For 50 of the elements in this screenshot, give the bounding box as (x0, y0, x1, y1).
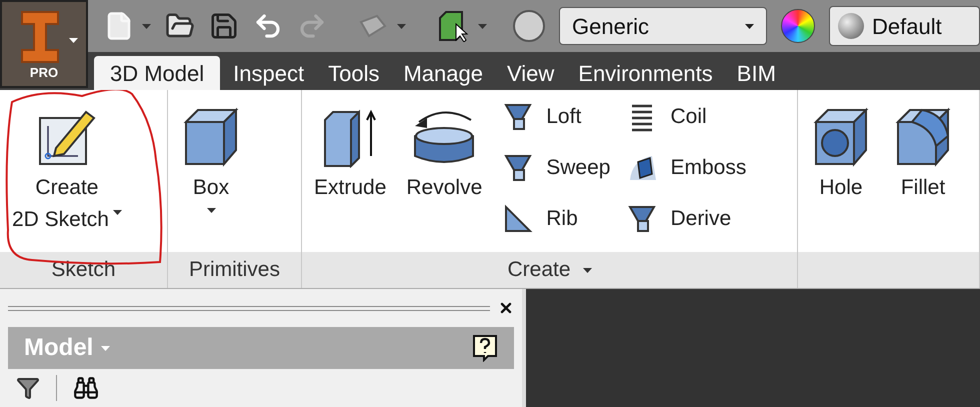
ribbon-small-tool-button[interactable]: Loft (502, 98, 610, 135)
ribbon-tab[interactable]: View (496, 56, 566, 90)
tool-label: Box (192, 175, 230, 201)
ribbon-small-tool-button[interactable]: Derive (626, 200, 746, 237)
save-button[interactable] (209, 11, 239, 41)
caret-icon (142, 24, 151, 28)
panel-title: Primitives (188, 257, 280, 284)
ribbon-tab[interactable]: BIM (726, 56, 787, 90)
material-sphere-button[interactable] (513, 10, 545, 42)
ribbon-tool-button[interactable]: Revolve (402, 106, 486, 204)
caret-icon (101, 346, 110, 350)
caret-icon (745, 24, 754, 28)
tool-label: Fillet (900, 175, 946, 201)
caret-icon (397, 24, 406, 28)
ribbon-small-tool-button[interactable]: Emboss (626, 149, 746, 186)
app-edition-label: PRO (30, 64, 58, 82)
binoculars-icon[interactable] (73, 375, 99, 401)
caret-icon (112, 210, 122, 215)
ribbon-tool-button[interactable]: Fillet (888, 106, 958, 204)
tool-label: Revolve (406, 175, 482, 201)
ribbon-tab[interactable]: Manage (392, 56, 494, 90)
tool-label: 2D Sketch (12, 207, 109, 233)
app-menu-button[interactable]: PRO (0, 0, 88, 88)
filter-icon[interactable] (16, 376, 40, 400)
ribbon-tab[interactable]: Tools (317, 56, 390, 90)
help-icon[interactable] (472, 334, 498, 362)
ribbon-small-tool-button[interactable]: Coil (626, 98, 746, 135)
close-icon[interactable] (498, 300, 514, 316)
tool-label: Create (35, 175, 98, 201)
caret-icon (478, 24, 487, 28)
appearance-dropdown[interactable]: Default (829, 6, 980, 46)
caret-icon (69, 38, 78, 43)
ribbon-tool-button[interactable]: Hole (806, 106, 876, 204)
ribbon-small-tool-button[interactable]: Sweep (502, 149, 610, 186)
ribbon-small-tool-button[interactable]: Rib (502, 200, 610, 237)
cube-select-button[interactable] (436, 10, 487, 42)
panel-title: Create (507, 257, 571, 284)
rib-icon (502, 202, 534, 234)
ribbon-tab[interactable]: Inspect (222, 56, 316, 90)
color-wheel-button[interactable] (781, 9, 815, 43)
material-dropdown[interactable]: Generic (559, 7, 767, 45)
caret-icon (206, 208, 216, 213)
ribbon-tool-button[interactable]: Box (176, 106, 246, 213)
app-logo-icon (18, 10, 62, 64)
ribbon-tab[interactable]: Environments (567, 56, 724, 90)
ribbon-tool-button[interactable]: Extrude (310, 106, 390, 204)
tool-label: Hole (819, 175, 863, 201)
tool-label: Extrude (314, 175, 386, 201)
ribbon-tab[interactable]: 3D Model (94, 56, 220, 90)
caret-icon (582, 268, 592, 272)
